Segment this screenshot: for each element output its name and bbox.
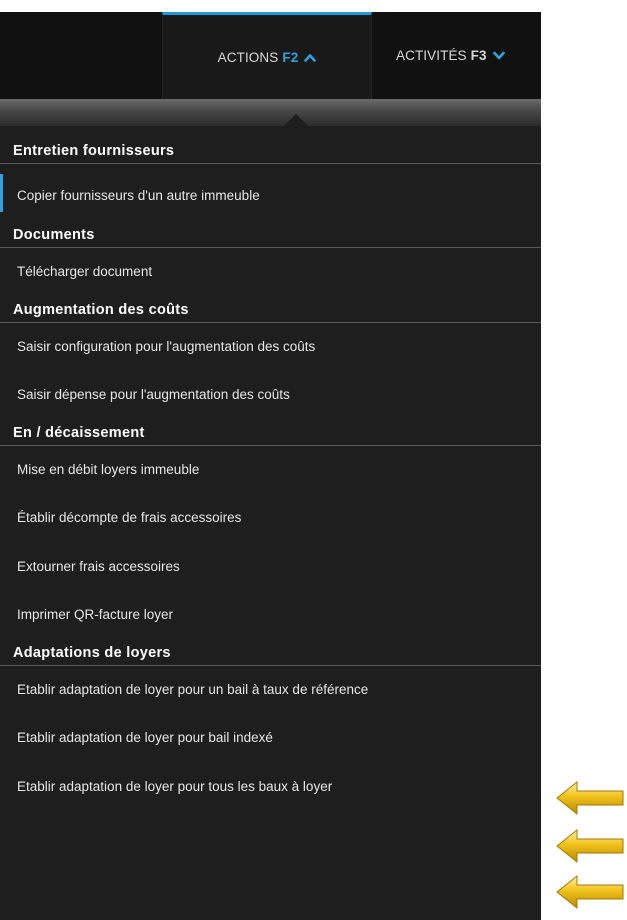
tab-activites[interactable]: ACTIVITÉS F3 [396,12,541,99]
dropdown-pointer [272,114,320,138]
top-navigation-bar: ACTIONS F2 ACTIVITÉS F3 [0,12,541,99]
tab-activites-label: ACTIVITÉS [396,48,467,63]
section-header-adaptations-de-loyers: Adaptations de loyers [0,640,541,666]
actions-dropdown-panel: ACTIONS F2 ACTIVITÉS F3 Entretien fourni… [0,12,541,920]
menu-item-imprimer-qr-facture[interactable]: Imprimer QR-facture loyer [0,591,541,640]
tab-actions[interactable]: ACTIONS F2 [162,12,372,99]
arrow-left-icon [556,828,624,864]
menu-item-saisir-configuration[interactable]: Saisir configuration pour l'augmentation… [0,323,541,372]
tab-activites-shortcut: F3 [470,48,487,63]
menu-item-telecharger-document[interactable]: Télécharger document [0,248,541,297]
section-header-augmentation-des-couts: Augmentation des coûts [0,297,541,323]
tab-actions-shortcut: F2 [282,49,299,65]
actions-menu: Entretien fournisseurs Copier fournisseu… [0,138,541,811]
menu-item-adaptation-tous-baux[interactable]: Etablir adaptation de loyer pour tous le… [0,763,541,812]
menu-item-mise-en-debit[interactable]: Mise en débit loyers immeuble [0,446,541,495]
dropdown-shadow-band [0,99,541,126]
section-header-entretien-fournisseurs: Entretien fournisseurs [0,138,541,164]
menu-item-extourner-frais[interactable]: Extourner frais accessoires [0,543,541,592]
menu-item-copier-fournisseurs[interactable]: Copier fournisseurs d'un autre immeuble [0,164,541,222]
menu-item-adaptation-bail-indexe[interactable]: Etablir adaptation de loyer pour bail in… [0,714,541,763]
menu-item-etablir-decompte[interactable]: Établir décompte de frais accessoires [0,494,541,543]
menu-item-saisir-depense[interactable]: Saisir dépense pour l'augmentation des c… [0,371,541,420]
arrow-left-icon [556,780,624,816]
arrow-left-icon [556,874,624,910]
chevron-up-icon [304,53,317,62]
section-header-en-decaissement: En / décaissement [0,420,541,446]
menu-item-adaptation-taux-reference[interactable]: Etablir adaptation de loyer pour un bail… [0,666,541,715]
tab-actions-label: ACTIONS [217,49,279,65]
chevron-down-icon [492,51,505,60]
section-header-documents: Documents [0,222,541,248]
